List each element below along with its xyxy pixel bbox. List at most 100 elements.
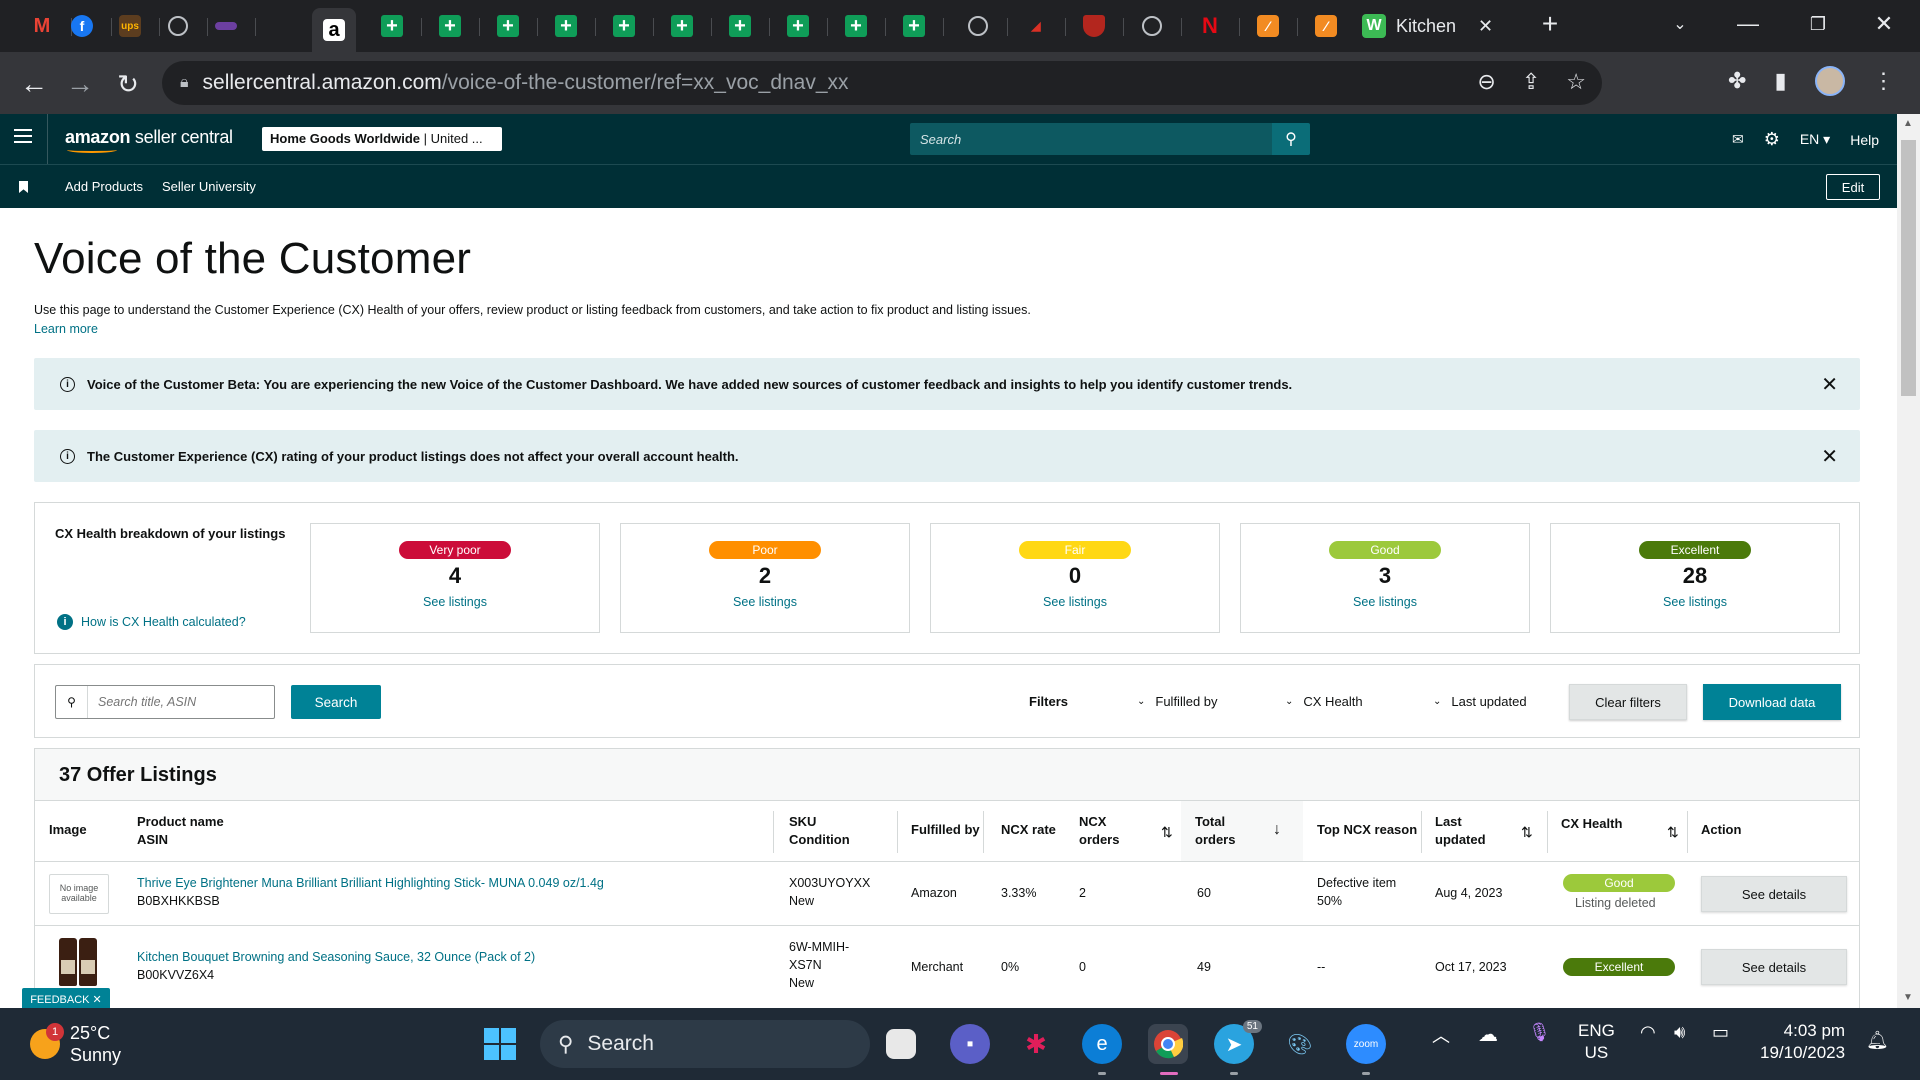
listing-search-box[interactable]: ⚲ [55,685,275,719]
new-tab-button[interactable]: + [1530,6,1570,42]
tab-shield[interactable] [1074,8,1124,44]
tab-sheet[interactable]: + [836,8,886,44]
header-search-input[interactable]: Search [910,123,1272,155]
tab-kitchen[interactable]: W Kitchen ✕ [1362,8,1510,44]
see-listings-link[interactable]: See listings [311,595,599,609]
help-link[interactable]: Help [1850,132,1879,148]
bookmark-icon[interactable] [19,181,28,193]
cx-health-dropdown[interactable]: ⌄ CX Health [1285,694,1363,709]
paint-icon[interactable]: 🎨︎ [1280,1024,1320,1064]
close-alert-icon[interactable]: ✕ [1821,372,1838,397]
notification-bell-icon[interactable]: 🔔︎ [1866,1030,1889,1051]
see-details-button[interactable]: See details [1701,949,1847,985]
wifi-icon[interactable]: ◠ [1640,1022,1656,1043]
col-fulfilled-by[interactable]: Fulfilled by [911,801,980,861]
col-top-ncx-reason[interactable]: Top NCX reason [1317,801,1417,861]
url-bar[interactable]: 🔒︎ sellercentral.amazon.com/voice-of-the… [162,61,1602,105]
download-data-button[interactable]: Download data [1703,684,1841,720]
tab-netflix[interactable]: N [1190,8,1240,44]
tab-sheet[interactable]: + [372,8,422,44]
feedback-tab[interactable]: FEEDBACK ✕ [22,988,110,1010]
seller-central-logo[interactable]: amazon seller central [65,127,233,153]
tab-media[interactable] [206,8,256,44]
col-cx-health[interactable]: CX Health ⇅ [1561,801,1681,861]
weather-widget[interactable]: 1 25°C Sunny [30,1022,121,1066]
close-tab-icon[interactable]: ✕ [1478,16,1493,37]
hamburger-menu-icon[interactable] [14,129,32,143]
tab-sheet[interactable]: + [488,8,538,44]
col-sku[interactable]: SKU Condition [789,801,850,861]
learn-more-link[interactable]: Learn more [34,322,98,336]
scroll-up-icon[interactable]: ▲ [1903,118,1913,129]
tab-chart[interactable]: ◢ [1016,8,1066,44]
zoom-icon[interactable]: zoom [1346,1024,1386,1064]
tab-sheet[interactable]: + [430,8,480,44]
microphone-icon[interactable]: 🎙︎ [1528,1022,1551,1043]
menu-dots-icon[interactable]: ⋮ [1873,68,1895,94]
cx-health-how-link[interactable]: i How is CX Health calculated? [57,614,246,630]
settings-gear-icon[interactable]: ⚙ [1764,129,1780,150]
mail-icon[interactable]: ✉ [1732,131,1744,148]
edit-bookmarks-button[interactable]: Edit [1826,174,1880,200]
tab-globe[interactable] [158,8,208,44]
task-view-icon[interactable] [886,1029,916,1059]
listing-search-input[interactable] [90,686,272,718]
close-window-icon[interactable]: ✕ [1864,6,1904,42]
tab-search-icon[interactable]: ⌄ [1660,6,1700,42]
clear-filters-button[interactable]: Clear filters [1569,684,1687,720]
col-product-name[interactable]: Product name ASIN [137,801,224,861]
scroll-down-icon[interactable]: ▼ [1903,992,1913,1003]
col-total-orders[interactable]: Total orders ↓ [1181,801,1303,861]
fulfilled-by-dropdown[interactable]: ⌄ Fulfilled by [1137,694,1218,709]
tab-sheet[interactable]: + [662,8,712,44]
tab-globe[interactable] [958,8,1008,44]
profile-avatar[interactable] [1814,66,1845,96]
listing-search-button[interactable]: Search [291,685,381,719]
col-ncx-orders[interactable]: NCX orders ⇅ [1079,801,1173,861]
marketplace-selector[interactable]: Home Goods Worldwide | United ... [262,127,502,151]
tab-sheet[interactable]: + [546,8,596,44]
onedrive-icon[interactable]: ☁ [1478,1022,1498,1047]
nav-seller-university[interactable]: Seller University [162,179,256,194]
taskbar-search[interactable]: ⚲ Search [540,1020,870,1068]
see-listings-link[interactable]: See listings [1551,595,1839,609]
windows-start-icon[interactable] [480,1024,520,1064]
minimize-icon[interactable]: — [1728,6,1768,42]
nav-add-products[interactable]: Add Products [65,179,143,194]
tab-app[interactable]: ⁄ [1306,8,1346,44]
tab-gmail[interactable]: M [22,8,72,44]
col-ncx-rate[interactable]: NCX rate [1001,801,1056,861]
tab-app[interactable]: ⁄ [1248,8,1298,44]
extensions-icon[interactable]: ✤ [1728,68,1746,94]
tab-sheet[interactable]: + [778,8,828,44]
sort-descending-icon[interactable]: ↓ [1273,821,1281,839]
see-listings-link[interactable]: See listings [621,595,909,609]
reload-icon[interactable]: ↻ [110,66,146,102]
last-updated-dropdown[interactable]: ⌄ Last updated [1433,694,1527,709]
product-name-link[interactable]: Thrive Eye Brightener Muna Brilliant Bri… [137,874,604,892]
tab-sheet[interactable]: + [720,8,770,44]
sort-icon[interactable]: ⇅ [1161,823,1173,841]
language-indicator[interactable]: ENG US [1578,1020,1615,1064]
col-last-updated[interactable]: Last updated ⇅ [1435,801,1535,861]
edge-icon[interactable]: e [1082,1024,1122,1064]
sort-icon[interactable]: ⇅ [1667,823,1679,841]
tab-sheet[interactable]: + [894,8,944,44]
telegram-icon[interactable]: ➤ 51 [1214,1020,1262,1064]
slack-icon[interactable]: ✱ [1016,1024,1056,1064]
zoom-icon[interactable]: ⊖ [1477,69,1495,95]
volume-icon[interactable]: 🔊︎ [1674,1022,1685,1043]
scrollbar-thumb[interactable] [1901,140,1916,396]
clock[interactable]: 4:03 pm 19/10/2023 [1760,1020,1845,1064]
language-selector[interactable]: EN ▾ [1800,131,1830,148]
back-icon[interactable]: ← [16,66,52,102]
battery-icon[interactable]: ▭ [1712,1022,1729,1043]
bookmark-star-icon[interactable]: ☆ [1566,69,1586,95]
product-thumbnail[interactable] [59,938,99,986]
forward-icon[interactable]: → [62,66,98,102]
sort-icon[interactable]: ⇅ [1521,823,1533,841]
see-listings-link[interactable]: See listings [931,595,1219,609]
tab-sheet[interactable]: + [604,8,654,44]
tab-globe[interactable] [1132,8,1182,44]
tab-ups[interactable]: ups [110,8,160,44]
